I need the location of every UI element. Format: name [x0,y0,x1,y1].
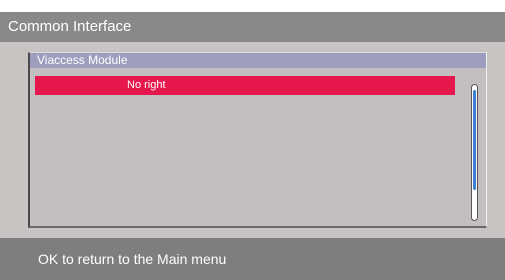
list-item-label: No right [127,79,166,91]
content-area: Viaccess Module No right [0,42,505,238]
scrollbar[interactable] [471,84,478,221]
module-header: Viaccess Module [30,53,486,68]
footer-bar: OK to return to the Main menu [0,238,505,280]
page-title: Common Interface [8,18,132,35]
list-item[interactable]: No right [35,76,455,95]
module-header-label: Viaccess Module [37,53,128,67]
footer-hint: OK to return to the Main menu [38,251,227,267]
scrollbar-thumb[interactable] [473,90,476,190]
common-interface-screen: Common Interface Viaccess Module No righ… [0,0,505,280]
module-panel: Viaccess Module No right [28,52,487,228]
title-bar: Common Interface [0,12,505,42]
